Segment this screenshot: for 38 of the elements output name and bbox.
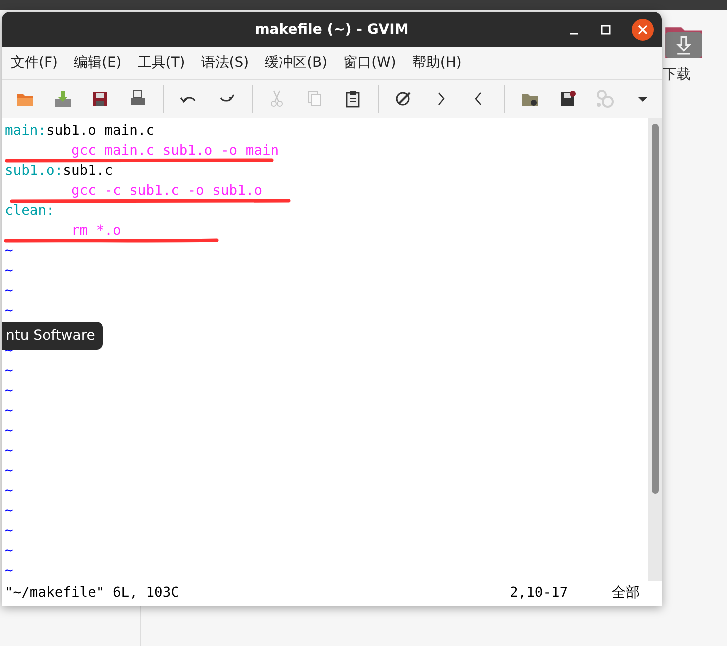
close-icon[interactable] [632, 19, 654, 41]
folder-label: 下载 [663, 66, 691, 84]
code-line: main:sub1.o main.c [5, 122, 155, 139]
code-line: clean: [5, 202, 55, 219]
empty-line-marker: ~ [5, 562, 14, 579]
empty-line-marker: ~ [5, 482, 14, 499]
empty-line-marker: ~ [5, 282, 14, 299]
menu-item[interactable]: 语法(S) [200, 52, 250, 74]
menu-item[interactable]: 帮助(H) [411, 52, 463, 74]
code-line: gcc main.c sub1.o -o main [70, 142, 280, 159]
empty-line-marker: ~ [5, 462, 14, 479]
empty-line-marker: ~ [5, 402, 14, 419]
cursor-position: 2,10-17 [510, 585, 570, 602]
empty-line-marker: ~ [5, 542, 14, 559]
empty-line-marker: ~ [5, 442, 14, 459]
empty-line-marker: ~ [5, 362, 14, 379]
scrollbar[interactable] [648, 118, 662, 581]
empty-line-marker: ~ [5, 422, 14, 439]
menu-item[interactable]: 编辑(E) [72, 52, 123, 74]
empty-line-marker: ~ [5, 502, 14, 519]
empty-line-marker: ~ [5, 302, 14, 319]
code-line: gcc -c sub1.c -o sub1.o [70, 182, 262, 199]
code-line: rm *.o [70, 222, 122, 239]
menu-item[interactable]: 窗口(W) [342, 52, 398, 74]
menu-item[interactable]: 工具(T) [136, 52, 186, 74]
maximize-icon[interactable] [600, 24, 612, 36]
window-title: makefile (~) - GVIM [255, 22, 409, 38]
status-message: "~/makefile" 6L, 103C [5, 585, 180, 602]
empty-line-marker: ~ [5, 242, 14, 259]
empty-line-marker: ~ [5, 382, 14, 399]
scrollbar-thumb[interactable] [652, 124, 658, 494]
tooltip: ntu Software [2, 322, 104, 350]
empty-line-marker: ~ [5, 522, 14, 539]
menu-item[interactable]: 文件(F) [10, 52, 59, 74]
empty-line-marker: ~ [5, 262, 14, 279]
code-line: sub1.o:sub1.c [5, 162, 113, 179]
scroll-position: 全部 [612, 584, 641, 602]
menu-item[interactable]: 缓冲区(B) [264, 52, 329, 74]
